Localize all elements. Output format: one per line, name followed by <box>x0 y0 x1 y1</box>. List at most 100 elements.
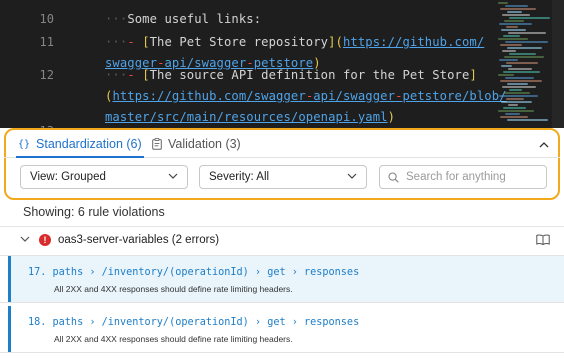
minimap-line <box>509 89 522 91</box>
view-select-value: View: Grouped <box>30 171 106 183</box>
minimap-line <box>508 68 532 70</box>
minimap-line <box>500 80 542 82</box>
minimap-line <box>503 107 526 109</box>
severity-select[interactable]: Severity: All <box>199 165 367 189</box>
code-token: [ <box>142 35 150 49</box>
tab-standardization-label: Standardization (6) <box>36 137 142 151</box>
editor-scrollbar[interactable] <box>552 0 564 128</box>
search-icon <box>388 171 399 183</box>
violation-path: 18. paths › /inventory/(operationId) › g… <box>28 317 360 328</box>
code-token: - <box>127 35 143 49</box>
code-token: - <box>127 68 143 82</box>
search-field[interactable] <box>379 165 547 189</box>
whitespace-marker: ··· <box>105 12 128 26</box>
code-token: The source API definition for the Pet St… <box>149 68 470 82</box>
chevron-down-icon <box>168 173 178 179</box>
whitespace-marker: ··· <box>105 35 128 49</box>
violation-item[interactable]: 18. paths › /inventory/(operationId) › g… <box>8 306 564 352</box>
minimap-line <box>499 95 538 97</box>
violation-item[interactable]: 17. paths › /inventory/(operationId) › g… <box>8 256 564 302</box>
book-icon[interactable] <box>536 234 550 245</box>
minimap-line <box>505 41 548 43</box>
minimap-line <box>498 110 534 112</box>
minimap-line <box>509 53 536 55</box>
code-line: ···- [The source API definition for the … <box>105 68 477 82</box>
minimap-line <box>506 26 518 28</box>
minimap-line <box>502 14 530 16</box>
minimap-line <box>499 23 532 25</box>
line-number: 11 <box>39 35 54 49</box>
code-link[interactable]: https://github.com/ <box>343 35 484 49</box>
minimap-line <box>502 50 516 52</box>
clipboard-icon <box>152 138 162 150</box>
code-token: ]( <box>328 35 343 49</box>
minimap-line <box>498 2 508 4</box>
tab-standardization[interactable]: {} Standardization (6) <box>18 130 142 158</box>
chevron-down-icon <box>347 173 357 179</box>
divider <box>0 352 564 353</box>
line-number: 10 <box>39 12 54 26</box>
minimap[interactable] <box>498 0 550 128</box>
minimap-line <box>506 62 538 64</box>
chevron-up-icon <box>539 141 549 147</box>
severity-select-value: Severity: All <box>209 171 270 183</box>
view-select[interactable]: View: Grouped <box>20 165 188 189</box>
violations-count: Showing: 6 rule violations <box>23 205 165 219</box>
divider <box>0 302 564 303</box>
code-token: ) <box>387 110 396 124</box>
minimap-line <box>498 74 514 76</box>
whitespace-marker: ··· <box>105 68 128 82</box>
minimap-line <box>506 98 524 100</box>
code-line: ···Some useful links: <box>105 12 261 26</box>
code-editor[interactable]: 10111213 ···Some useful links:···- [The … <box>0 0 564 128</box>
search-input[interactable] <box>406 171 536 183</box>
code-token: ] <box>469 68 477 82</box>
minimap-line <box>500 44 522 46</box>
active-tab-indicator <box>16 156 144 158</box>
minimap-line <box>500 116 528 118</box>
minimap-line <box>501 65 512 67</box>
code-line: master/src/main/resources/openapi.yaml) <box>105 110 395 124</box>
rule-group-title: oas3-server-variables (2 errors) <box>58 234 220 246</box>
code-token: Some useful links: <box>127 12 262 26</box>
violation-message: All 2XX and 4XX responses should define … <box>54 284 293 294</box>
minimap-line <box>507 83 528 85</box>
minimap-line <box>507 47 542 49</box>
panel-tabs: {} Standardization (6) Validation (3) <box>4 130 560 158</box>
minimap-line <box>507 119 548 121</box>
violation-path: 17. paths › /inventory/(operationId) › g… <box>28 267 360 278</box>
tab-validation[interactable]: Validation (3) <box>152 130 241 158</box>
minimap-line <box>501 101 532 103</box>
line-number: 12 <box>39 68 54 82</box>
minimap-line <box>509 17 550 19</box>
minimap-line <box>503 71 540 73</box>
minimap-line <box>505 77 534 79</box>
error-icon: ! <box>39 234 51 246</box>
code-link[interactable]: https://github.com/swagger-api/swagger-p… <box>112 89 506 103</box>
minimap-line <box>498 38 528 40</box>
line-number-gutter: 10111213 <box>0 0 96 128</box>
minimap-line <box>504 92 530 94</box>
code-link[interactable]: master/src/main/resources/openapi.yaml <box>105 110 388 124</box>
collapse-panel-button[interactable] <box>536 136 552 152</box>
minimap-line <box>502 86 536 88</box>
code-line: ···- [The Pet Store repository](https://… <box>105 35 484 49</box>
minimap-line <box>504 20 524 22</box>
minimap-line <box>508 104 518 106</box>
minimap-line <box>503 35 520 37</box>
minimap-line <box>507 11 522 13</box>
minimap-line <box>499 59 518 61</box>
code-token: The Pet Store repository <box>149 35 329 49</box>
braces-icon: {} <box>18 138 31 150</box>
minimap-line <box>504 56 544 58</box>
code-line: (https://github.com/swagger-api/swagger-… <box>105 89 507 103</box>
minimap-line <box>508 32 546 34</box>
minimap-line <box>505 113 520 115</box>
minimap-line <box>501 29 526 31</box>
minimap-line <box>500 8 536 10</box>
chevron-down-icon <box>20 236 30 242</box>
code-token: [ <box>142 68 150 82</box>
violation-message: All 2XX and 4XX responses should define … <box>54 334 293 344</box>
rule-group-header[interactable]: ! oas3-server-variables (2 errors) <box>0 227 564 255</box>
tab-validation-label: Validation (3) <box>168 137 241 151</box>
